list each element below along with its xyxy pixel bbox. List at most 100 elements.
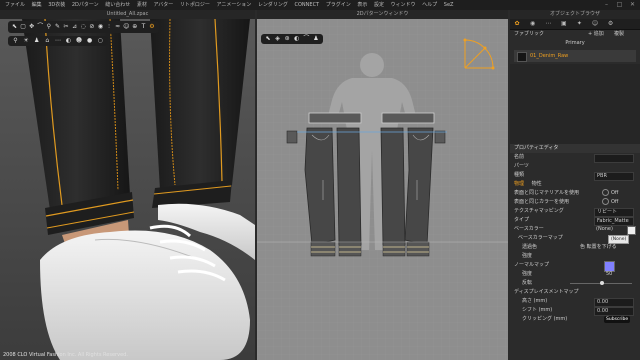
avatar-icon[interactable]: ☺	[123, 21, 130, 33]
slider-handle[interactable]	[600, 281, 604, 285]
viewport-2d[interactable]: 2Dパターンウィンドウ ⬉ ◈ ⊛ ◐ ⌒ ♟	[257, 10, 508, 360]
toggle-icon	[602, 198, 609, 205]
trim-icon[interactable]: ✦	[572, 19, 586, 29]
button-icon[interactable]: ◉	[97, 21, 104, 33]
fabric-item[interactable]: 01_Denim_Raw	[514, 50, 636, 62]
transform-icon[interactable]: ◈	[274, 34, 282, 44]
fold-icon[interactable]: ⌒	[37, 21, 44, 33]
scissors-icon[interactable]: ✂	[63, 21, 70, 33]
maximize-button[interactable]: □	[613, 0, 626, 10]
subscribe-button[interactable]: Subscribe	[604, 316, 631, 323]
pointer-icon[interactable]: ⬉	[11, 21, 18, 33]
duplicate-fabric-button[interactable]: 複製	[614, 30, 624, 39]
move-icon[interactable]: ✥	[28, 21, 35, 33]
strength-value[interactable]: 50	[606, 270, 612, 279]
intensity-label: 強度	[522, 253, 533, 259]
tab-physical[interactable]: 物理	[514, 181, 524, 187]
menu-render[interactable]: レンダリング	[258, 0, 288, 10]
shift-label: シフト (mm)	[522, 307, 553, 313]
graphic-icon[interactable]: ▣	[557, 19, 571, 29]
object-browser-title: オブジェクトブラウザ	[510, 10, 640, 19]
transparency-value[interactable]: 色 転置を下げる	[580, 243, 617, 252]
select-icon[interactable]: ▢	[20, 21, 27, 33]
prop-tabs-row: 物理 物性	[510, 180, 640, 189]
close-button[interactable]: ✕	[626, 0, 639, 10]
normal-map-row: ノーマルマップ	[510, 261, 640, 272]
fabric-header: ファブリック	[514, 31, 545, 37]
brush-icon[interactable]: ✎	[54, 21, 61, 33]
prop-type-row: 種類 PBR	[510, 171, 640, 181]
fabric-icon[interactable]: ✿	[510, 19, 524, 29]
menu-settings[interactable]: 設定	[374, 0, 384, 10]
topstitch-icon[interactable]: ⋯	[541, 19, 555, 29]
menu-animation[interactable]: アニメーション	[216, 0, 251, 10]
minimize-button[interactable]: –	[600, 0, 613, 10]
menu-2d-pattern[interactable]: 2Dパターン	[72, 0, 99, 10]
fabric-list-empty	[510, 64, 640, 144]
tape-icon[interactable]: ⊘	[88, 21, 95, 33]
measure-icon[interactable]: ⊕	[131, 21, 138, 33]
sew-icon[interactable]: ⊛	[283, 34, 291, 44]
pin-icon[interactable]: ⚲	[45, 21, 52, 33]
circle-icon[interactable]: ○	[96, 36, 105, 46]
shirt-icon[interactable]: ♟	[312, 34, 320, 44]
lasso-icon[interactable]: ◌	[80, 21, 87, 33]
menu-materials[interactable]: 素材	[137, 0, 147, 10]
light-icon[interactable]: ☀	[22, 36, 31, 46]
menu-help[interactable]: ヘルプ	[422, 0, 437, 10]
add-fabric-button[interactable]: + 追加	[588, 30, 604, 39]
base-color-map-row: ベースカラーマップ (None)	[510, 234, 640, 244]
base-color-map-label: ベースカラーマップ	[518, 235, 563, 241]
ruler-icon[interactable]: ⊿	[71, 21, 78, 33]
base-color-row: ベースカラー (None)	[510, 225, 640, 235]
edit-icon[interactable]: ⬉	[264, 34, 272, 44]
menu-sewing[interactable]: 縫い合わせ	[105, 0, 130, 10]
button-icon[interactable]: ◉	[526, 19, 540, 29]
tab-property[interactable]: 物性	[532, 181, 542, 187]
text-icon[interactable]: T	[140, 21, 147, 33]
menu-plugins[interactable]: プラグイン	[326, 0, 351, 10]
menu-avatar[interactable]: アバター	[153, 0, 173, 10]
toolbar-3d: ⬉ ▢ ✥ ⌒ ⚲ ✎ ✂ ⊿ ◌ ⊘ ◉ ⫶ ≈ ☺ ⊕ T ⚙	[8, 21, 159, 33]
stitch-icon[interactable]: ⋯	[53, 36, 62, 46]
orange-settings-icon[interactable]: ⚙	[149, 21, 156, 33]
intensity-row: 強度	[510, 252, 640, 261]
zipper-icon[interactable]: ⫶	[106, 21, 113, 33]
hanger-icon[interactable]: ⌂	[43, 36, 52, 46]
garment-3d-render	[0, 10, 255, 360]
shirt-icon[interactable]: ♟	[32, 36, 41, 46]
clipping-label: クリッピング (mm)	[522, 316, 568, 322]
same-material-toggle[interactable]: Off	[602, 189, 618, 198]
menu-3d-garment[interactable]: 3D衣装	[48, 0, 65, 10]
same-color-value: Off	[611, 199, 619, 205]
avatar-icon[interactable]: ☺	[588, 19, 602, 29]
menu-window[interactable]: ウィンドウ	[391, 0, 416, 10]
viewport-3d[interactable]: Untitled_All.zpac ⬉ ▢ ✥ ⌒ ⚲ ✎ ✂ ⊿ ◌ ⊘ ◉ …	[0, 10, 255, 360]
avatar-pose-icon[interactable]: ☻	[75, 36, 84, 46]
material-type-row: タイプ Fabric_Matte	[510, 216, 640, 226]
displacement-label: ディスプレイスメントマップ	[514, 289, 579, 295]
camera-icon[interactable]: ⚲	[11, 36, 20, 46]
menu-edit[interactable]: 編集	[32, 0, 42, 10]
menu-retopology[interactable]: リトポロジー	[180, 0, 210, 10]
displacement-row: ディスプレイスメントマップ	[510, 288, 640, 297]
palette-icon[interactable]: ◐	[64, 36, 73, 46]
fold-icon[interactable]: ⌒	[302, 34, 310, 44]
copyright-text: 2008 CLO Virtual Fashion Inc. All Rights…	[3, 352, 128, 358]
same-color-row: 表面と同じカラーを使用 Off	[510, 198, 640, 207]
repeat-slider[interactable]	[570, 281, 632, 285]
menu-sez[interactable]: SeZ	[444, 0, 454, 10]
sphere-icon[interactable]: ●	[85, 36, 94, 46]
same-color-label: 表面と同じカラーを使用	[514, 199, 570, 205]
settings-icon[interactable]: ⚙	[604, 19, 618, 29]
puckering-icon[interactable]: ≈	[114, 21, 121, 33]
menu-connect[interactable]: CONNECT	[295, 0, 320, 10]
menu-display[interactable]: 表示	[357, 0, 367, 10]
same-material-row: 表面と同じマテリアルを使用 Off	[510, 189, 640, 198]
material-type-label: タイプ	[514, 217, 530, 223]
prop-name-row: 名前	[510, 153, 640, 163]
same-color-toggle[interactable]: Off	[602, 198, 618, 207]
color-icon[interactable]: ◐	[293, 34, 301, 44]
menu-file[interactable]: ファイル	[5, 0, 25, 10]
same-material-label: 表面と同じマテリアルを使用	[514, 190, 579, 196]
